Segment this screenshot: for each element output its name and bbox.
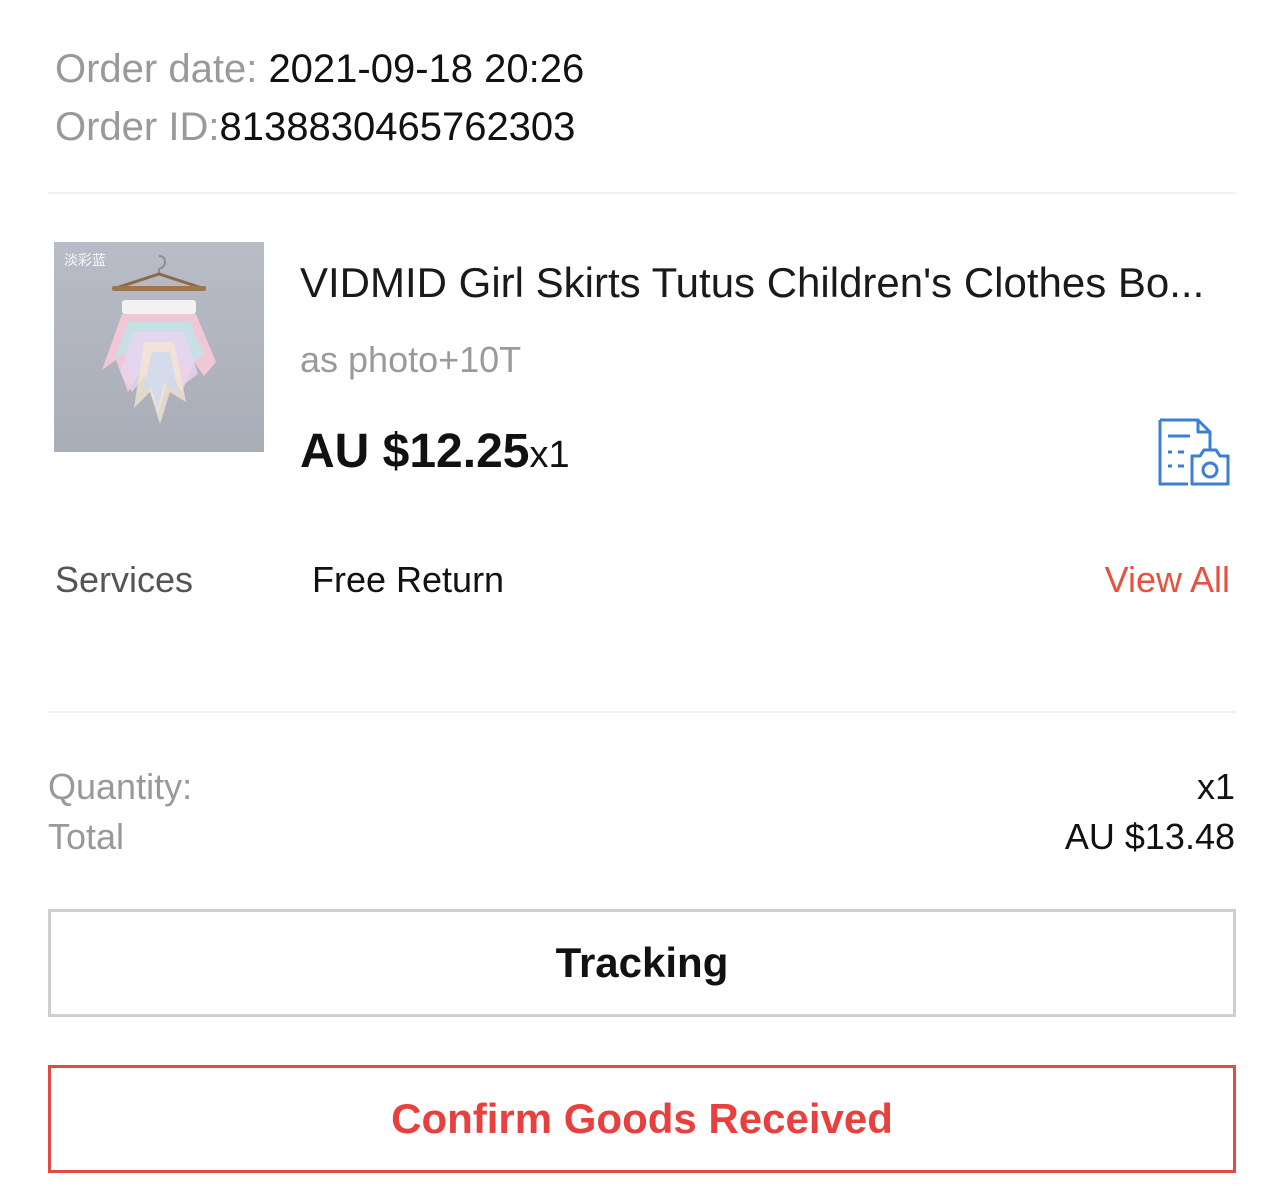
order-date-value: 2021-09-18 20:26 (268, 47, 585, 91)
services-row: Services Free Return View All (55, 556, 1230, 604)
services-label: Services (55, 559, 194, 600)
order-id-label: Order ID: (55, 105, 220, 149)
divider (48, 711, 1236, 713)
quantity-label: Quantity: (48, 766, 193, 807)
tutu-skirt-image (102, 255, 216, 424)
services-value: Free Return (312, 559, 505, 600)
total-value: AU $13.48 (1064, 816, 1235, 857)
tracking-button[interactable]: Tracking (48, 909, 1236, 1017)
order-id-row: Order ID:8138830465762303 (55, 98, 1235, 156)
confirm-goods-received-button[interactable]: Confirm Goods Received (48, 1065, 1236, 1173)
product-price-row: AU $12.25x1 (300, 422, 570, 493)
order-date-row: Order date: 2021-09-18 20:26 (55, 40, 1235, 98)
view-all-link[interactable]: View All (1105, 556, 1230, 604)
product-price: AU $12.25 (300, 425, 530, 478)
order-date-label: Order date: (55, 47, 269, 91)
product-quantity: x1 (529, 434, 570, 476)
thumbnail-watermark: 淡彩蓝 (64, 253, 106, 269)
product-thumbnail[interactable]: 淡彩蓝 (54, 242, 264, 452)
receipt-camera-icon[interactable] (1154, 416, 1232, 488)
quantity-value: x1 (1196, 766, 1235, 807)
total-row: Total AU $13.48 (48, 814, 1235, 860)
order-id-value[interactable]: 8138830465762303 (219, 105, 575, 149)
product-title[interactable]: VIDMID Girl Skirts Tutus Children's Clot… (300, 256, 1230, 310)
quantity-row: Quantity: x1 (48, 764, 1235, 810)
order-header: Order date: 2021-09-18 20:26 Order ID:81… (55, 40, 1235, 156)
total-label: Total (48, 816, 125, 857)
divider (48, 192, 1236, 194)
product-variant: as photo+10T (300, 339, 522, 380)
